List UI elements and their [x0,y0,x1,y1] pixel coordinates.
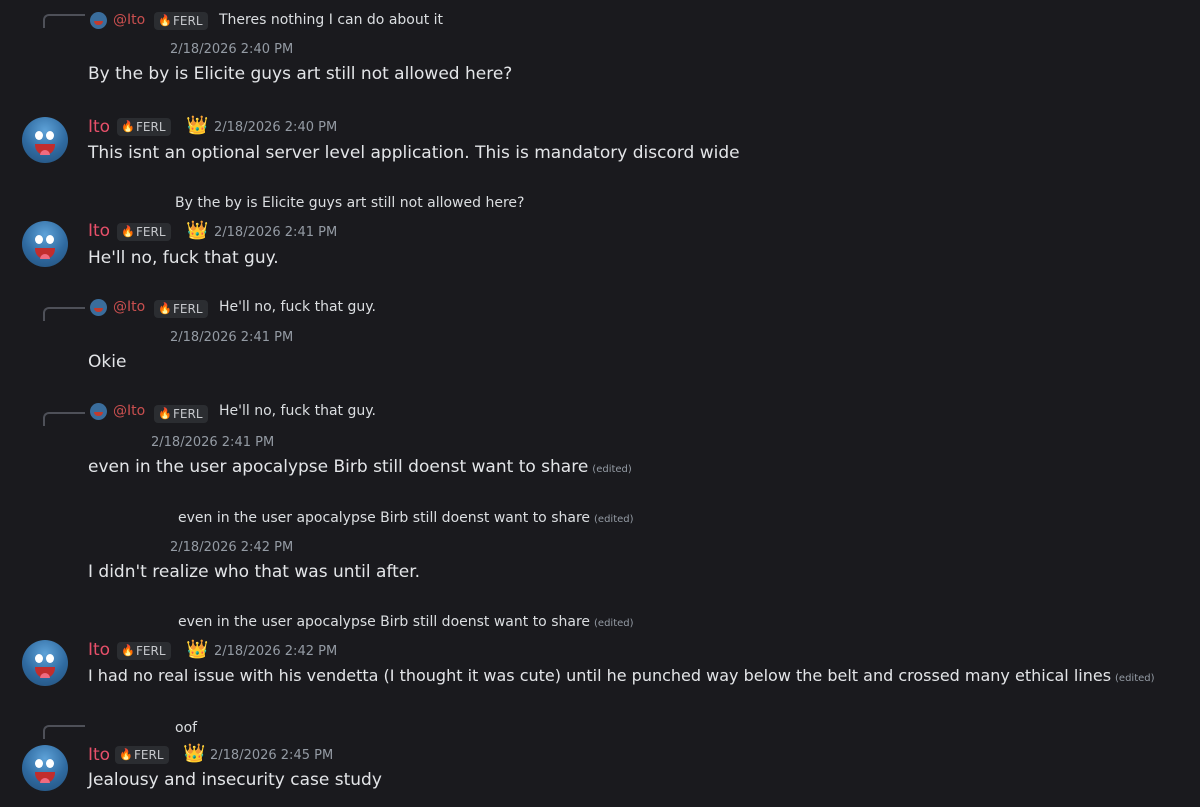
crown-icon: 👑 [186,639,209,660]
avatar[interactable] [22,745,68,791]
reply-mention[interactable]: @Ito [113,403,145,419]
timestamp: 2/18/2026 2:42 PM [214,644,338,659]
crown-icon: 👑 [186,115,209,136]
ferl-tag[interactable]: 🔥 FERL [115,746,169,764]
reply-line [43,412,85,426]
timestamp: 2/18/2026 2:45 PM [210,748,334,763]
reply-avatar[interactable] [90,403,107,420]
timestamp: 2/18/2026 2:41 PM [214,225,338,240]
edited-label: (edited) [592,464,632,475]
avatar[interactable] [22,221,68,267]
reply-line [43,14,85,28]
message-text: By the by is Elicite guys art still not … [88,64,513,84]
reply-preview[interactable]: He'll no, fuck that guy. [219,299,376,315]
reply-preview[interactable]: oof [175,720,197,736]
crown-icon: 👑 [186,220,209,241]
flame-icon: 🔥 [121,644,135,657]
username[interactable]: Ito [88,221,110,241]
message-text: He'll no, fuck that guy. [88,248,279,268]
reply-mention[interactable]: @Ito [113,12,145,28]
message-text: I had no real issue with his vendetta (I… [88,666,1155,685]
reply-avatar[interactable] [90,299,107,316]
avatar[interactable] [22,640,68,686]
ferl-tag[interactable]: 🔥 FERL [154,12,208,30]
message-text: I didn't realize who that was until afte… [88,562,421,582]
flame-icon: 🔥 [158,302,172,315]
reply-avatar[interactable] [90,12,107,29]
username[interactable]: Ito [88,117,110,137]
ferl-tag[interactable]: 🔥 FERL [117,118,171,136]
reply-preview[interactable]: By the by is Elicite guys art still not … [175,195,524,211]
message-text: Jealousy and insecurity case study [88,770,382,790]
flame-icon: 🔥 [121,225,135,238]
crown-icon: 👑 [183,743,206,764]
flame-icon: 🔥 [158,407,172,420]
message-text: Okie [88,352,127,372]
reply-preview[interactable]: He'll no, fuck that guy. [219,403,376,419]
reply-preview[interactable]: Theres nothing I can do about it [219,12,443,28]
edited-label: (edited) [1115,673,1155,684]
ferl-tag[interactable]: 🔥 FERL [117,642,171,660]
flame-icon: 🔥 [119,748,133,761]
flame-icon: 🔥 [121,120,135,133]
edited-label: (edited) [594,514,634,525]
reply-preview[interactable]: even in the user apocalypse Birb still d… [178,614,634,630]
reply-mention[interactable]: @Ito [113,299,145,315]
ferl-tag[interactable]: 🔥 FERL [154,405,208,423]
timestamp: 2/18/2026 2:40 PM [214,120,338,135]
ferl-tag[interactable]: 🔥 FERL [154,300,208,318]
timestamp: 2/18/2026 2:41 PM [170,330,294,345]
ferl-tag[interactable]: 🔥 FERL [117,223,171,241]
username[interactable]: Ito [88,745,110,765]
reply-line [43,307,85,321]
edited-label: (edited) [594,618,634,629]
flame-icon: 🔥 [158,14,172,27]
reply-preview[interactable]: even in the user apocalypse Birb still d… [178,510,634,526]
timestamp: 2/18/2026 2:40 PM [170,42,294,57]
message-text: This isnt an optional server level appli… [88,143,740,163]
username[interactable]: Ito [88,640,110,660]
timestamp: 2/18/2026 2:42 PM [170,540,294,555]
timestamp: 2/18/2026 2:41 PM [151,435,275,450]
avatar[interactable] [22,117,68,163]
message-text: even in the user apocalypse Birb still d… [88,457,632,477]
reply-line [43,725,85,739]
